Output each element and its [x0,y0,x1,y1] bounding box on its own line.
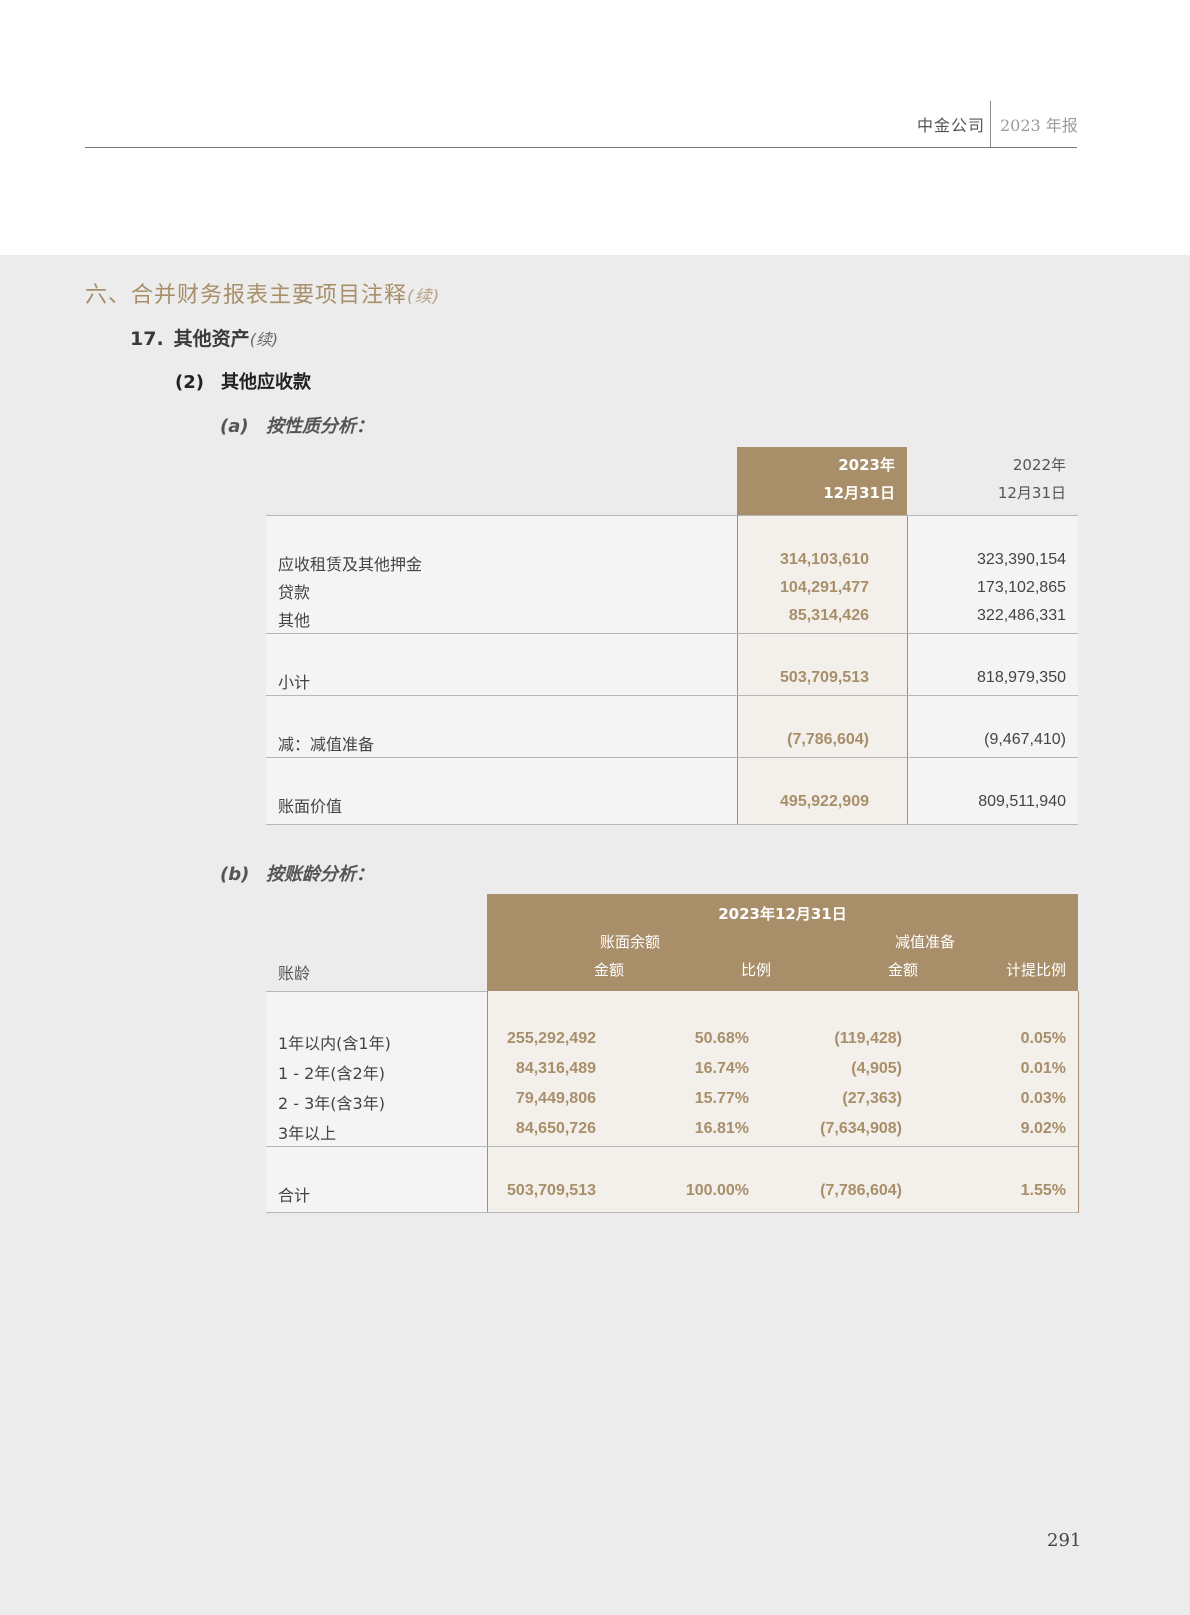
provision-amount: (27,363) [842,1090,902,1107]
note-title-text: 其他资产 [173,328,250,350]
table-row: 2 - 3年(含3年) 79,449,806 15.77% (27,363) 0… [278,1090,1066,1113]
balance-amount: 79,449,806 [515,1090,596,1107]
provision-ratio: 1.55% [1020,1182,1066,1199]
table-b-header-provision: 减值准备 [894,933,955,951]
value-2022: 809,511,940 [978,793,1066,810]
table-a-header-2022: 2022年 12月31日 [908,451,1066,507]
value-2023: (7,786,604) [787,731,869,748]
sub-number: (2) [175,372,204,393]
value-2023: 314,103,610 [780,551,869,568]
table-a-header-2022-date: 12月31日 [997,484,1066,502]
table-row: 3年以上 84,650,726 16.81% (7,634,908) 9.02% [278,1120,1066,1143]
provision-ratio: 9.02% [1020,1120,1066,1137]
table-row: 小计 503,709,513 818,979,350 [278,669,1066,692]
provision-amount: (7,786,604) [820,1182,902,1199]
sub-title-text: 其他应收款 [221,372,311,393]
table-row: 贷款 104,291,477 173,102,865 [278,579,1066,602]
value-2022: 173,102,865 [977,579,1066,596]
provision-amount: (7,634,908) [820,1120,902,1137]
table-a-header-2023-date: 12月31日 [823,484,895,502]
provision-ratio: 0.03% [1020,1090,1066,1107]
provision-ratio: 0.01% [1020,1060,1066,1077]
table-row: 应收租赁及其他押金 314,103,610 323,390,154 [278,551,1066,574]
value-2022: 818,979,350 [977,669,1066,686]
table-a-title: (a) 按性质分析： [220,412,374,438]
row-label: 合计 [278,1186,311,1205]
row-label: 贷款 [278,583,311,602]
table-a-rule [266,633,1078,634]
note-continued: (续) [249,330,279,349]
table-a-header-2023: 2023年 12月31日 [737,451,895,507]
table-b-header-balance: 账面余额 [599,933,660,951]
table-b-number: (b) [220,864,250,885]
header-report-year: 2023 年报 [1000,116,1078,135]
header-company: 中金公司 [916,116,985,135]
row-label: 1 - 2年(含2年) [278,1064,385,1083]
table-row: 其他 85,314,426 322,486,331 [278,607,1066,630]
note-number: 17. [130,328,164,350]
table-row: 减：减值准备 (7,786,604) (9,467,410) [278,731,1066,754]
balance-ratio: 16.74% [694,1060,749,1077]
header-divider [990,101,991,147]
value-2022: 322,486,331 [977,607,1066,624]
table-b-header-amount: 金额 [593,961,624,979]
table-a-rule [266,757,1078,758]
balance-ratio: 15.77% [694,1090,749,1107]
provision-amount: (119,428) [834,1030,902,1047]
table-b-header-provision-amount: 金额 [887,961,918,979]
table-b-header-date: 2023年12月31日 [718,905,847,923]
table-row: 1年以内(含1年) 255,292,492 50.68% (119,428) 0… [278,1030,1066,1053]
value-2023: 495,922,909 [780,793,869,810]
table-a-header-2023-year: 2023年 [838,456,895,474]
table-row: 合计 503,709,513 100.00% (7,786,604) 1.55% [278,1182,1066,1205]
row-label: 3年以上 [278,1124,337,1143]
table-a-header-2022-year: 2022年 [1012,456,1066,474]
row-label: 其他 [278,611,311,630]
page-number: 291 [1047,1530,1082,1551]
table-a-rule [266,695,1078,696]
row-label: 减：减值准备 [278,735,375,754]
balance-amount: 255,292,492 [507,1030,596,1047]
row-label: 1年以内(含1年) [278,1034,391,1053]
table-a-bottom-rule [266,824,1078,825]
value-2023: 503,709,513 [780,669,869,686]
table-b-header-ratio: 比例 [740,961,771,979]
value-2022: 323,390,154 [977,551,1066,568]
balance-amount: 84,316,489 [515,1060,596,1077]
table-b-rule [266,1146,1078,1147]
provision-ratio: 0.05% [1020,1030,1066,1047]
table-b-header-age: 账龄 [278,964,311,983]
row-label: 2 - 3年(含3年) [278,1094,385,1113]
balance-ratio: 50.68% [694,1030,749,1047]
table-b-title-text: 按账龄分析： [266,864,374,885]
section-title: 六、合并财务报表主要项目注释(续) [85,277,440,309]
row-label: 小计 [278,673,311,692]
section-continued: (续) [407,287,441,307]
sub-title: (2) 其他应收款 [175,368,311,394]
table-b-title: (b) 按账龄分析： [220,860,374,886]
header-rule [85,147,1077,148]
table-b-bottom-rule [266,1212,1078,1213]
row-label: 应收租赁及其他押金 [278,555,423,574]
table-b-header-rule [266,991,487,992]
table-row: 账面价值 495,922,909 809,511,940 [278,793,1066,816]
table-a-number: (a) [220,416,249,437]
balance-ratio: 16.81% [694,1120,749,1137]
balance-amount: 503,709,513 [507,1182,596,1199]
section-title-text: 六、合并财务报表主要项目注释 [85,283,408,308]
balance-ratio: 100.00% [685,1182,749,1199]
value-2023: 85,314,426 [788,607,869,624]
table-a-title-text: 按性质分析： [266,416,374,437]
row-label: 账面价值 [278,797,343,816]
balance-amount: 84,650,726 [515,1120,596,1137]
table-b-header-provision-ratio: 计提比例 [1005,961,1066,979]
note-title: 17. 其他资产(续) [130,324,278,351]
value-2023: 104,291,477 [780,579,869,596]
value-2022: (9,467,410) [984,731,1066,748]
provision-amount: (4,905) [851,1060,902,1077]
table-a-header-rule [266,515,1078,516]
table-row: 1 - 2年(含2年) 84,316,489 16.74% (4,905) 0.… [278,1060,1066,1083]
